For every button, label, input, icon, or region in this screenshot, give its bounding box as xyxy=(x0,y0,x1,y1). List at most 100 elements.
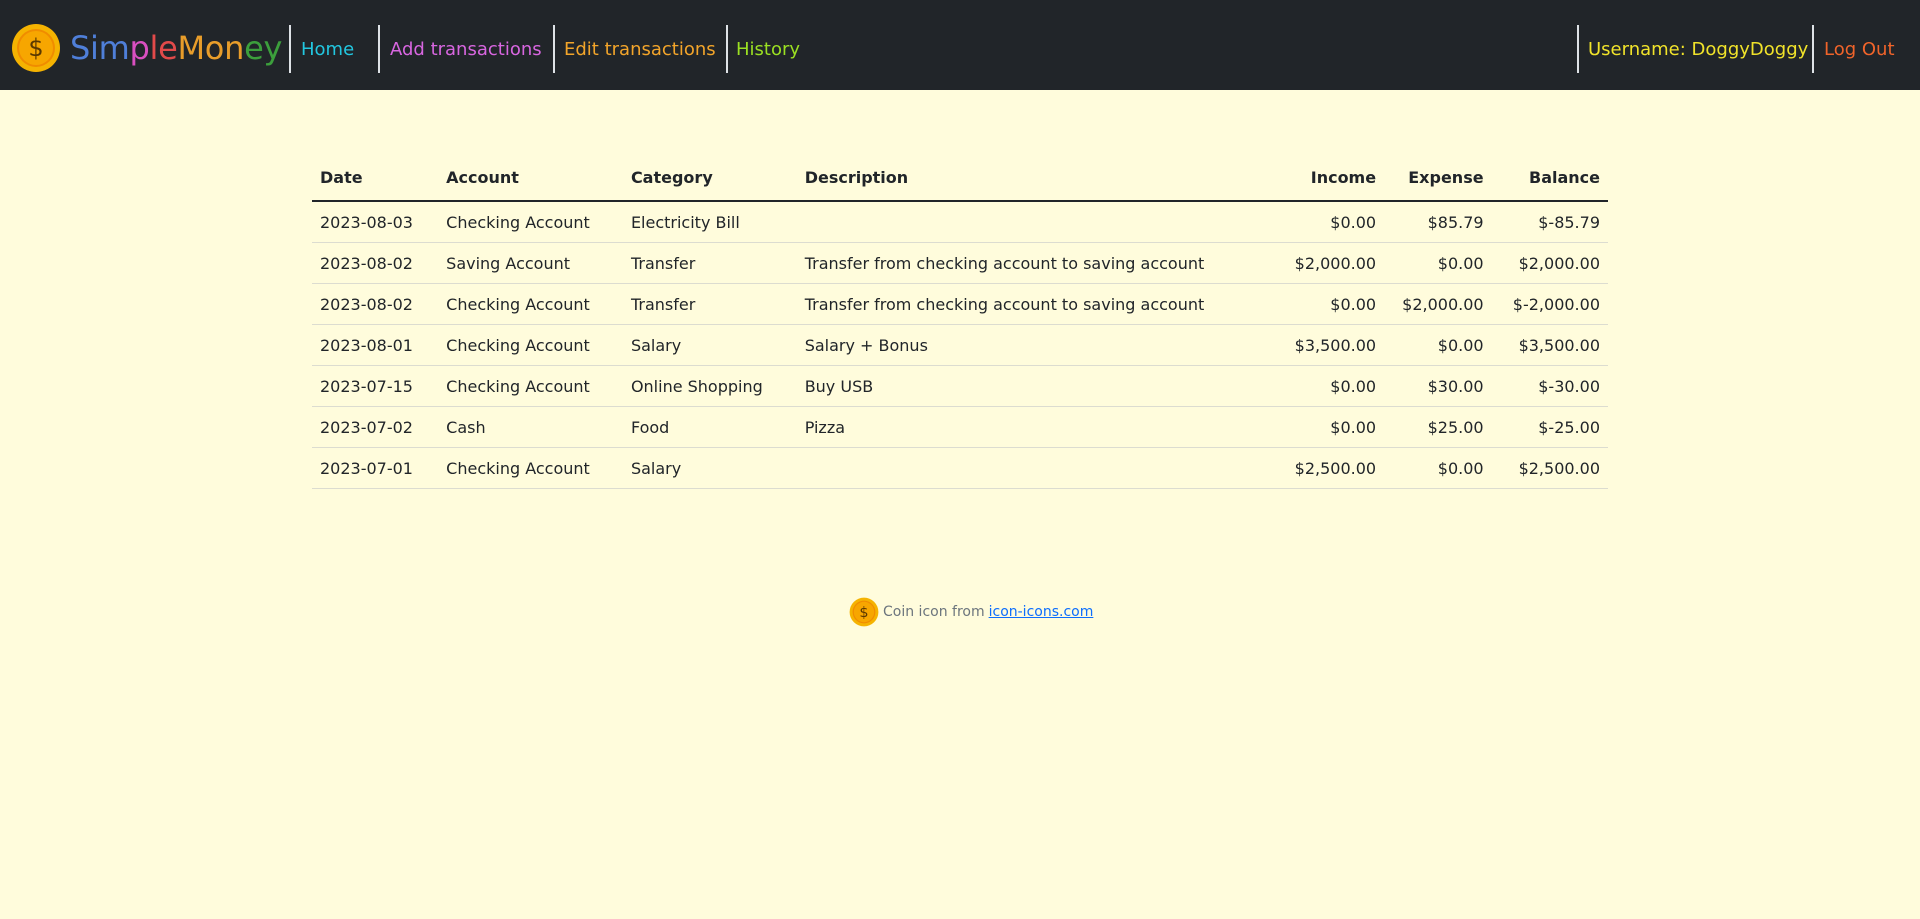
cell-category: Food xyxy=(622,406,797,448)
nav-divider xyxy=(553,25,555,73)
username-label: Username: DoggyDoggy xyxy=(1588,38,1809,60)
cell-income: $3,500.00 xyxy=(1249,324,1385,366)
brand-letter: S xyxy=(70,29,91,67)
cell-balance: $3,500.00 xyxy=(1491,324,1608,366)
table-row: 2023-08-01 Checking Account Salary Salary +… xyxy=(312,324,1608,366)
table-row: 2023-07-01 Checking Account Salary $2,500.0… xyxy=(312,447,1608,489)
transactions-table: Date Account Category Description Income… xyxy=(312,160,1608,489)
cell-expense: $2,000.00 xyxy=(1384,283,1492,325)
brand-name: SimpleMoney xyxy=(70,32,282,64)
cell-category: Transfer xyxy=(622,283,797,325)
svg-text:$: $ xyxy=(28,34,43,62)
table-header-row: Date Account Category Description Income… xyxy=(312,160,1608,202)
table-row: 2023-08-02 Saving Account Transfer Transfer… xyxy=(312,242,1608,284)
header-expense: Expense xyxy=(1384,160,1492,202)
cell-description: Salary + Bonus xyxy=(796,324,1250,366)
cell-description xyxy=(796,201,1250,243)
nav-divider xyxy=(378,25,380,73)
header-balance: Balance xyxy=(1491,160,1608,202)
transactions-table-container: Date Account Category Description Income… xyxy=(312,160,1608,489)
cell-date: 2023-08-01 xyxy=(312,324,439,366)
cell-account: Saving Account xyxy=(438,242,623,284)
cell-date: 2023-08-03 xyxy=(312,201,439,243)
cell-account: Checking Account xyxy=(438,283,623,325)
cell-account: Checking Account xyxy=(438,447,623,489)
brand-letter: e xyxy=(244,29,264,67)
cell-date: 2023-08-02 xyxy=(312,283,439,325)
nav-divider xyxy=(1577,25,1579,73)
cell-category: Online Shopping xyxy=(622,365,797,407)
brand-letter: i xyxy=(90,29,99,67)
table-row: 2023-07-02 Cash Food Pizza $0.00 $25.00 $-25.0… xyxy=(312,406,1608,448)
table-row: 2023-08-03 Checking Account Electricity Bi… xyxy=(312,201,1608,243)
cell-description: Pizza xyxy=(796,406,1250,448)
header-account: Account xyxy=(438,160,623,202)
brand-letter: e xyxy=(158,29,178,67)
table-row: 2023-08-02 Checking Account Transfer Transf… xyxy=(312,283,1608,325)
coin-icon: $ xyxy=(12,24,60,72)
brand-letter: l xyxy=(149,29,159,67)
header-date: Date xyxy=(312,160,439,202)
cell-account: Cash xyxy=(438,406,623,448)
cell-expense: $0.00 xyxy=(1384,242,1492,284)
cell-description xyxy=(796,447,1250,489)
cell-date: 2023-08-02 xyxy=(312,242,439,284)
cell-account: Checking Account xyxy=(438,324,623,366)
footer-attribution: $ Coin icon from icon-icons.com xyxy=(849,597,1093,627)
cell-income: $0.00 xyxy=(1249,365,1385,407)
nav-divider xyxy=(726,25,728,73)
cell-expense: $0.00 xyxy=(1384,324,1492,366)
cell-account: Checking Account xyxy=(438,201,623,243)
cell-description: Transfer from checking account to saving… xyxy=(796,242,1250,284)
header-description: Description xyxy=(796,160,1250,202)
top-navbar: $ SimpleMoney Home Add transactions Edit… xyxy=(0,0,1920,90)
cell-expense: $30.00 xyxy=(1384,365,1492,407)
cell-balance: $-85.79 xyxy=(1491,201,1608,243)
brand-letter: y xyxy=(263,29,283,67)
footer-icon-source-link[interactable]: icon-icons.com xyxy=(989,604,1094,620)
cell-category: Salary xyxy=(622,447,797,489)
cell-income: $0.00 xyxy=(1249,283,1385,325)
cell-income: $2,500.00 xyxy=(1249,447,1385,489)
brand-letter: m xyxy=(98,29,130,67)
cell-balance: $-30.00 xyxy=(1491,365,1608,407)
cell-description: Buy USB xyxy=(796,365,1250,407)
cell-category: Transfer xyxy=(622,242,797,284)
brand-logo-link[interactable]: $ SimpleMoney xyxy=(11,22,282,74)
cell-balance: $2,000.00 xyxy=(1491,242,1608,284)
cell-date: 2023-07-02 xyxy=(312,406,439,448)
table-row: 2023-07-15 Checking Account Online Shoppin… xyxy=(312,365,1608,407)
logout-link[interactable]: Log Out xyxy=(1824,25,1895,73)
nav-divider xyxy=(1812,25,1814,73)
nav-history-link[interactable]: History xyxy=(736,25,800,73)
cell-date: 2023-07-15 xyxy=(312,365,439,407)
cell-date: 2023-07-01 xyxy=(312,447,439,489)
svg-text:$: $ xyxy=(859,605,868,621)
brand-letter: p xyxy=(129,29,150,67)
cell-income: $0.00 xyxy=(1249,406,1385,448)
brand-letter: o xyxy=(204,29,225,67)
cell-category: Electricity Bill xyxy=(622,201,797,243)
cell-description: Transfer from checking account to saving… xyxy=(796,283,1250,325)
nav-edit-transactions-link[interactable]: Edit transactions xyxy=(564,25,716,73)
nav-divider xyxy=(289,25,291,73)
cell-expense: $85.79 xyxy=(1384,201,1492,243)
cell-balance: $-25.00 xyxy=(1491,406,1608,448)
footer-text: Coin icon from xyxy=(883,604,985,620)
cell-income: $0.00 xyxy=(1249,201,1385,243)
coin-icon: $ xyxy=(849,597,879,627)
cell-expense: $0.00 xyxy=(1384,447,1492,489)
nav-add-transactions-link[interactable]: Add transactions xyxy=(390,25,542,73)
table-body: 2023-08-03 Checking Account Electricity Bi… xyxy=(312,201,1608,489)
cell-balance: $2,500.00 xyxy=(1491,447,1608,489)
cell-category: Salary xyxy=(622,324,797,366)
nav-home-link[interactable]: Home xyxy=(301,25,354,73)
cell-income: $2,000.00 xyxy=(1249,242,1385,284)
cell-account: Checking Account xyxy=(438,365,623,407)
brand-letter: M xyxy=(177,29,205,67)
brand-letter: n xyxy=(224,29,245,67)
cell-expense: $25.00 xyxy=(1384,406,1492,448)
header-income: Income xyxy=(1249,160,1385,202)
cell-balance: $-2,000.00 xyxy=(1491,283,1608,325)
header-category: Category xyxy=(622,160,797,202)
